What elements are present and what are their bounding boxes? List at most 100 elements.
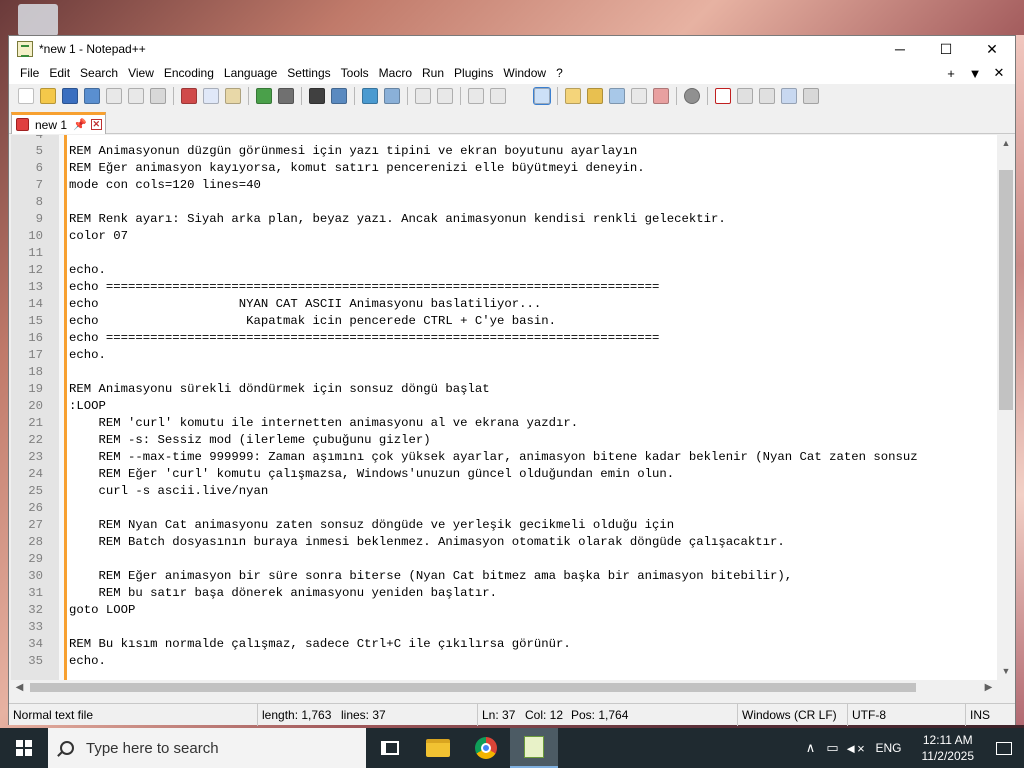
line-text[interactable]: mode con cols=120 lines=40	[69, 177, 261, 194]
line-text[interactable]: echo Kapatmak icin pencerede CTRL + C'ye…	[69, 313, 556, 330]
close-document-button[interactable]: ✕	[987, 65, 1011, 81]
network-icon[interactable]: ▭	[821, 740, 843, 756]
line-text[interactable]: REM Renk ayarı: Siyah arka plan, beyaz y…	[69, 211, 726, 228]
editor-line[interactable]: 16 echo =================================…	[11, 330, 997, 347]
tab-new-1[interactable]: new 1 📌 ✕	[11, 112, 106, 134]
editor-line[interactable]: 7 mode con cols=120 lines=40	[11, 177, 997, 194]
line-text[interactable]: REM bu satır başa dönerek animasyonu yen…	[69, 585, 498, 602]
undo-icon[interactable]	[256, 88, 272, 104]
tab-close-icon[interactable]: ✕	[90, 119, 102, 130]
close-file-icon[interactable]	[106, 88, 122, 104]
line-text[interactable]: REM Batch dosyasının buraya inmesi bekle…	[69, 534, 785, 551]
stop-recording-icon[interactable]	[737, 88, 753, 104]
menu-file[interactable]: File	[15, 62, 44, 84]
menu-search[interactable]: Search	[75, 62, 123, 84]
chrome-button[interactable]	[462, 728, 510, 768]
run-macro-multiple-icon[interactable]	[781, 88, 797, 104]
line-text[interactable]: REM Eğer animasyon kayıyorsa, komut satı…	[69, 160, 645, 177]
editor-line[interactable]: 32 goto LOOP	[11, 602, 997, 619]
line-text[interactable]: curl -s ascii.live/nyan	[69, 483, 269, 500]
editor-line[interactable]: 6 REM Eğer animasyon kayıyorsa, komut sat…	[11, 160, 997, 177]
playback-icon[interactable]	[759, 88, 775, 104]
menu-tools[interactable]: Tools	[336, 62, 374, 84]
task-view-button[interactable]	[366, 728, 414, 768]
line-text[interactable]: goto LOOP	[69, 602, 135, 619]
line-text[interactable]: REM -s: Sessiz mod (ilerleme çubuğunu gi…	[69, 432, 431, 449]
scroll-down-icon[interactable]: ▼	[997, 663, 1015, 680]
editor-line[interactable]: 24 REM Eğer 'curl' komutu çalışmazsa, Wi…	[11, 466, 997, 483]
line-text[interactable]: REM Bu kısım normalde çalışmaz, sadece C…	[69, 636, 571, 653]
sync-vertical-icon[interactable]	[415, 88, 431, 104]
editor-line[interactable]: 18	[11, 364, 997, 381]
horizontal-scrollbar[interactable]: ◀ ▶	[11, 680, 997, 695]
save-macro-icon[interactable]	[803, 88, 819, 104]
editor-line[interactable]: 27 REM Nyan Cat animasyonu zaten sonsuz …	[11, 517, 997, 534]
menu-macro[interactable]: Macro	[374, 62, 417, 84]
taskbar-search-box[interactable]: Type here to search	[48, 728, 366, 768]
menu-settings[interactable]: Settings	[282, 62, 335, 84]
volume-muted-icon[interactable]: ◄×	[843, 741, 865, 756]
editor-line[interactable]: 13 echo =================================…	[11, 279, 997, 296]
editor-line[interactable]: 20:LOOP	[11, 398, 997, 415]
editor-line[interactable]: 28 REM Batch dosyasının buraya inmesi be…	[11, 534, 997, 551]
line-text[interactable]: echo ===================================…	[69, 330, 659, 347]
title-bar[interactable]: *new 1 - Notepad++ ─ ☐ ✕	[9, 36, 1015, 62]
editor-line[interactable]: 34 REM Bu kısım normalde çalışmaz, sadece…	[11, 636, 997, 653]
start-button[interactable]	[0, 728, 48, 768]
editor-line[interactable]: 25 curl -s ascii.live/nyan	[11, 483, 997, 500]
editor-line[interactable]: 21 REM 'curl' komutu ile internetten ani…	[11, 415, 997, 432]
show-all-characters-icon[interactable]	[490, 88, 506, 104]
file-explorer-button[interactable]	[414, 728, 462, 768]
editor-line[interactable]: 30 REM Eğer animasyon bir süre sonra bit…	[11, 568, 997, 585]
find-icon[interactable]	[309, 88, 325, 104]
clock[interactable]: 12:11 AM 11/2/2025	[912, 732, 985, 764]
editor-line[interactable]: 14 echo NYAN CAT ASCII Animasyonu baslati…	[11, 296, 997, 313]
menu-plugins[interactable]: Plugins	[449, 62, 498, 84]
minimize-button[interactable]: ─	[877, 36, 923, 62]
print-icon[interactable]	[150, 88, 166, 104]
notepadpp-taskbar-button[interactable]	[510, 728, 558, 768]
new-tab-button[interactable]: +	[939, 66, 963, 81]
function-list-icon[interactable]	[609, 88, 625, 104]
paste-icon[interactable]	[225, 88, 241, 104]
input-language[interactable]: ENG	[865, 741, 911, 755]
replace-icon[interactable]	[331, 88, 347, 104]
line-text[interactable]: REM Eğer animasyon bir süre sonra biters…	[69, 568, 793, 585]
editor-line[interactable]: 26	[11, 500, 997, 517]
editor-line[interactable]: 31 REM bu satır başa dönerek animasyonu …	[11, 585, 997, 602]
scroll-right-icon[interactable]: ▶	[980, 680, 997, 695]
open-file-icon[interactable]	[40, 88, 56, 104]
sync-horizontal-icon[interactable]	[437, 88, 453, 104]
editor-line[interactable]: 33	[11, 619, 997, 636]
line-text[interactable]: REM 'curl' komutu ile internetten animas…	[69, 415, 579, 432]
menu-window[interactable]: Window	[498, 62, 551, 84]
redo-icon[interactable]	[278, 88, 294, 104]
line-text[interactable]: REM Animasyonun düzgün görünmesi için ya…	[69, 143, 637, 160]
close-all-icon[interactable]	[128, 88, 144, 104]
editor-line[interactable]: 22 REM -s: Sessiz mod (ilerleme çubuğunu…	[11, 432, 997, 449]
vertical-scroll-thumb[interactable]	[999, 170, 1013, 410]
editor-lines[interactable]: 4 5 REM Animasyonun düzgün görünmesi için…	[11, 135, 997, 680]
menu-edit[interactable]: Edit	[44, 62, 75, 84]
text-editor[interactable]: 4 5 REM Animasyonun düzgün görünmesi için…	[11, 135, 1015, 695]
editor-line[interactable]: 5 REM Animasyonun düzgün görünmesi için y…	[11, 143, 997, 160]
editor-line[interactable]: 11	[11, 245, 997, 262]
editor-line[interactable]: 15 echo Kapatmak icin pencerede CTRL + C'…	[11, 313, 997, 330]
maximize-button[interactable]: ☐	[923, 36, 969, 62]
indent-guide-icon[interactable]	[533, 87, 551, 105]
editor-line[interactable]: 4	[11, 135, 997, 143]
tab-list-button[interactable]: ▼	[963, 66, 987, 81]
save-all-icon[interactable]	[84, 88, 100, 104]
chevron-up-icon[interactable]: ∧	[799, 740, 821, 756]
line-text[interactable]: REM Nyan Cat animasyonu zaten sonsuz dön…	[69, 517, 675, 534]
horizontal-scroll-thumb[interactable]	[30, 683, 916, 692]
editor-line[interactable]: 35 echo.	[11, 653, 997, 670]
line-text[interactable]: :LOOP	[69, 398, 106, 415]
zoom-out-icon[interactable]	[384, 88, 400, 104]
new-file-icon[interactable]	[18, 88, 34, 104]
line-text[interactable]: echo NYAN CAT ASCII Animasyonu baslatili…	[69, 296, 541, 313]
editor-line[interactable]: 10 color 07	[11, 228, 997, 245]
editor-line[interactable]: 29	[11, 551, 997, 568]
line-text[interactable]: REM Eğer 'curl' komutu çalışmazsa, Windo…	[69, 466, 675, 483]
editor-line[interactable]: 17 echo.	[11, 347, 997, 364]
